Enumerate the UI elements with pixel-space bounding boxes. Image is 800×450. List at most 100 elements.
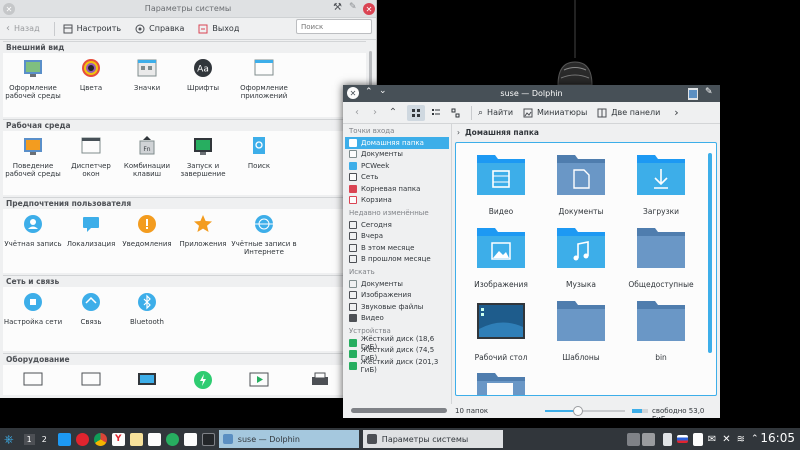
recent-today[interactable]: Сегодня <box>343 219 451 231</box>
module-multimedia[interactable] <box>231 365 287 395</box>
module-fonts[interactable]: Aa Шрифты <box>175 53 231 117</box>
module-icons[interactable]: Значки <box>119 53 175 117</box>
back-icon[interactable]: ‹ <box>349 105 365 121</box>
folder-public[interactable]: Общедоступные <box>626 224 696 289</box>
keyboard-layout-icon[interactable] <box>676 435 688 443</box>
module-startup[interactable]: Запуск и завершение <box>175 131 231 195</box>
desktop-2[interactable]: 2 <box>39 434 50 445</box>
folder-videos[interactable]: Видео <box>466 151 536 216</box>
up-icon[interactable]: ⌃ <box>385 105 401 121</box>
chevron-right-icon[interactable]: › <box>674 106 678 119</box>
configure-button[interactable]: Настроить <box>63 24 121 34</box>
folder-partial[interactable] <box>466 369 536 395</box>
place-documents[interactable]: Документы <box>343 149 451 161</box>
task-settings[interactable]: Параметры системы <box>362 430 503 448</box>
applications-icon <box>194 215 212 232</box>
icons-view-button[interactable] <box>407 104 425 121</box>
files-icon[interactable] <box>147 432 161 446</box>
pin-icon[interactable]: ✎ <box>705 87 713 97</box>
file-grid[interactable]: Видео Документы Загрузки Изображения Муз… <box>455 142 717 396</box>
search-video[interactable]: Видео <box>343 313 451 325</box>
folder-downloads[interactable]: Загрузки <box>626 151 696 216</box>
place-root[interactable]: Корневая папка <box>343 183 451 195</box>
module-account[interactable]: Учётная запись <box>3 209 63 273</box>
compact-view-button[interactable] <box>427 105 445 121</box>
find-button[interactable]: ⌕ Найти <box>478 108 513 118</box>
back-button[interactable]: ‹ Назад <box>6 23 40 34</box>
breadcrumb[interactable]: › Домашняя папка <box>453 124 720 141</box>
module-network[interactable]: Настройка сети <box>3 287 63 351</box>
tools-icon[interactable]: ⚒ <box>333 2 342 13</box>
android-icon[interactable] <box>165 432 179 446</box>
module-applications[interactable]: Приложения <box>175 209 231 273</box>
task-dolphin[interactable]: suse — Dolphin <box>218 430 359 448</box>
module-notifications[interactable]: Уведомления <box>119 209 175 273</box>
module-monitor[interactable] <box>63 365 119 395</box>
recent-last-month[interactable]: В прошлом месяце <box>343 254 451 266</box>
folder-music[interactable]: Музыка <box>546 224 616 289</box>
module-connectivity[interactable]: Связь <box>63 287 119 351</box>
terminal-icon[interactable] <box>201 432 215 446</box>
dolphin-titlebar[interactable]: ✕ ⌃ ⌄ suse — Dolphin ✎ <box>343 85 720 102</box>
module-colors[interactable]: Цвета <box>63 53 119 117</box>
search-images[interactable]: Изображения <box>343 290 451 302</box>
app-launcher-icon[interactable]: ⎈ <box>4 432 14 447</box>
device-disk-3[interactable]: Жёсткий диск (201,3 ГиБ) <box>343 358 451 374</box>
settings-titlebar[interactable]: ✕ Параметры системы ⚒ ✎ ✕ <box>0 0 376 18</box>
opera-icon[interactable] <box>75 432 89 446</box>
recent-yesterday[interactable]: Вчера <box>343 231 451 243</box>
yandex-icon[interactable]: Y <box>111 432 125 446</box>
mail-icon[interactable] <box>57 432 71 446</box>
wifi-icon[interactable]: ≋ <box>737 434 745 445</box>
module-power[interactable] <box>175 365 231 395</box>
details-view-button[interactable] <box>447 105 465 121</box>
pager-icon[interactable] <box>626 432 640 446</box>
place-home[interactable]: Домашняя папка <box>345 137 449 149</box>
mail-tray-icon[interactable]: ✉ <box>708 434 716 445</box>
clock[interactable]: 16:05 <box>760 431 795 445</box>
notes-icon[interactable] <box>129 432 143 446</box>
folder-desktop[interactable]: Рабочий стол <box>466 297 536 362</box>
zoom-slider[interactable] <box>545 406 625 416</box>
chrome-icon[interactable] <box>93 432 107 446</box>
folder-templates[interactable]: Шаблоны <box>546 297 616 362</box>
folder-documents[interactable]: Документы <box>546 151 616 216</box>
thumbnails-button[interactable]: Миниатюры <box>523 108 587 118</box>
search-input[interactable] <box>296 19 372 34</box>
module-window-manager[interactable]: Диспетчер окон <box>63 131 119 195</box>
clipboard-icon[interactable] <box>662 432 672 446</box>
module-search[interactable]: Поиск <box>231 131 287 195</box>
module-app-style[interactable]: Оформление приложений <box>231 53 297 117</box>
module-desktop-behavior[interactable]: Поведение рабочей среды <box>3 131 63 195</box>
module-shortcuts[interactable]: Fn Комбинации клавиш <box>119 131 175 195</box>
place-trash[interactable]: Корзина <box>343 195 451 207</box>
desktop-1[interactable]: 1 <box>23 433 35 445</box>
search-audio[interactable]: Звуковые файлы <box>343 301 451 313</box>
module-locale[interactable]: Локализация <box>63 209 119 273</box>
window-close-button[interactable]: ✕ <box>363 3 375 15</box>
mute-icon[interactable]: ✕ <box>722 434 730 445</box>
module-online-accounts[interactable]: Учётные записи в Интернете <box>231 209 297 273</box>
shield-icon[interactable] <box>692 432 703 446</box>
place-network[interactable]: Сеть <box>343 172 451 184</box>
module-bluetooth[interactable]: Bluetooth <box>119 287 175 351</box>
folder-bin[interactable]: bin <box>626 297 696 362</box>
module-display[interactable] <box>3 365 63 395</box>
folder-pictures[interactable]: Изображения <box>466 224 536 289</box>
module-desktop-theme[interactable]: Оформление рабочей среды <box>3 53 63 117</box>
place-pcweek[interactable]: PCWeek <box>343 160 451 172</box>
places-scrollbar[interactable] <box>351 408 447 413</box>
pin-icon[interactable]: ✎ <box>349 2 357 12</box>
quit-button[interactable]: Выход <box>198 24 239 34</box>
pager-icon-2[interactable] <box>641 432 655 446</box>
module-screen[interactable] <box>119 365 175 395</box>
split-button[interactable]: Две панели <box>597 108 660 118</box>
forward-icon[interactable]: › <box>367 105 383 121</box>
chevron-up-icon[interactable]: ⌃ <box>751 434 759 444</box>
search-documents[interactable]: Документы <box>343 278 451 290</box>
window-icon[interactable] <box>183 432 197 446</box>
help-button[interactable]: Справка <box>135 24 184 34</box>
zoom-slider-handle[interactable] <box>573 406 583 416</box>
recent-this-month[interactable]: В этом месяце <box>343 242 451 254</box>
file-grid-scrollbar[interactable] <box>708 153 712 353</box>
